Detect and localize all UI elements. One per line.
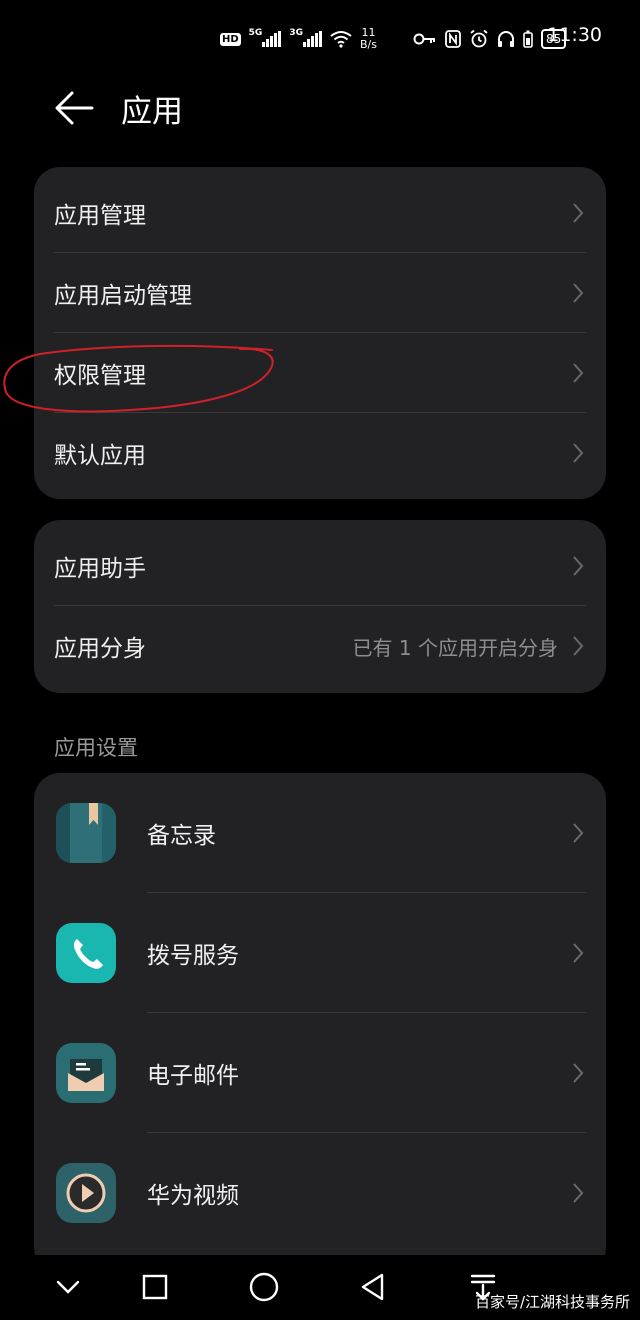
nfc-icon	[445, 30, 461, 48]
section-title-app-settings: 应用设置	[54, 736, 138, 760]
app-item-email[interactable]: 电子邮件	[34, 1013, 606, 1133]
key-icon	[413, 33, 435, 45]
signal-icon	[302, 31, 322, 47]
notepad-icon	[56, 803, 116, 863]
menu-item-default-apps[interactable]: 默认应用	[34, 413, 606, 493]
alarm-icon	[470, 29, 488, 48]
chevron-right-icon	[573, 556, 584, 576]
menu-item-app-management[interactable]: 应用管理	[34, 173, 606, 253]
chevron-down-icon[interactable]	[50, 1269, 86, 1305]
watermark: 百家号/江湖科技事务所	[474, 1293, 630, 1311]
chevron-right-icon	[573, 1063, 584, 1083]
app-item-notepad[interactable]: 备忘录	[34, 773, 606, 893]
app-item-label: 拨号服务	[147, 943, 239, 969]
chevron-right-icon	[573, 363, 584, 383]
chevron-right-icon	[573, 443, 584, 463]
app-item-label: 华为视频	[147, 1183, 239, 1209]
headset-battery-icon	[523, 30, 533, 48]
app-item-label: 电子邮件	[147, 1063, 239, 1089]
network-type-label: 5G	[248, 28, 263, 38]
menu-item-label: 应用分身	[54, 636, 146, 662]
network-speed-unit: B/s	[359, 38, 377, 51]
menu-item-app-assistant[interactable]: 应用助手	[34, 526, 606, 606]
app-options-card: 应用管理 应用启动管理 权限管理 默认应用	[34, 167, 606, 499]
chevron-right-icon	[573, 943, 584, 963]
chevron-right-icon	[573, 203, 584, 223]
hd-voice-icon: HD	[220, 32, 241, 46]
email-icon	[56, 1043, 116, 1103]
recents-square-icon[interactable]	[137, 1269, 173, 1305]
headphones-icon	[497, 31, 514, 47]
app-item-video[interactable]: 华为视频	[34, 1133, 606, 1253]
network-type-label: 3G	[289, 28, 303, 38]
app-twin-status: 已有 1 个应用开启分身	[352, 635, 558, 660]
status-icons: HD 5G 3G 11 B/s 85	[220, 22, 567, 56]
signal-icon	[262, 31, 282, 47]
menu-item-startup-management[interactable]: 应用启动管理	[34, 253, 606, 333]
navigation-bar: 百家号/江湖科技事务所	[0, 1255, 640, 1320]
video-play-icon	[56, 1163, 116, 1223]
chevron-right-icon	[573, 283, 584, 303]
chevron-right-icon	[573, 823, 584, 843]
phone-icon	[56, 923, 116, 983]
app-settings-card: 备忘录 拨号服务 电子邮件 华为视频	[34, 773, 606, 1273]
network-speed: 11 B/s	[360, 27, 377, 51]
app-item-label: 备忘录	[147, 823, 216, 849]
back-arrow-icon[interactable]	[54, 90, 94, 126]
status-bar: HD 5G 3G 11 B/s 85 11:30	[0, 0, 640, 76]
menu-item-permission-management[interactable]: 权限管理	[34, 333, 606, 413]
menu-item-label: 应用启动管理	[54, 283, 192, 309]
clock: 11:30	[547, 24, 602, 46]
back-triangle-icon[interactable]	[355, 1269, 391, 1305]
app-tools-card: 应用助手 应用分身 已有 1 个应用开启分身	[34, 520, 606, 693]
menu-item-label: 应用管理	[54, 203, 146, 229]
menu-item-label: 应用助手	[54, 556, 146, 582]
menu-item-label: 默认应用	[54, 443, 146, 469]
chevron-right-icon	[573, 1183, 584, 1203]
home-circle-icon[interactable]	[246, 1269, 282, 1305]
page-title: 应用	[121, 94, 183, 130]
menu-item-app-twin[interactable]: 应用分身 已有 1 个应用开启分身	[34, 606, 606, 686]
app-item-dialer[interactable]: 拨号服务	[34, 893, 606, 1013]
menu-item-label: 权限管理	[54, 363, 146, 389]
chevron-right-icon	[573, 636, 584, 656]
wifi-icon	[330, 31, 352, 48]
